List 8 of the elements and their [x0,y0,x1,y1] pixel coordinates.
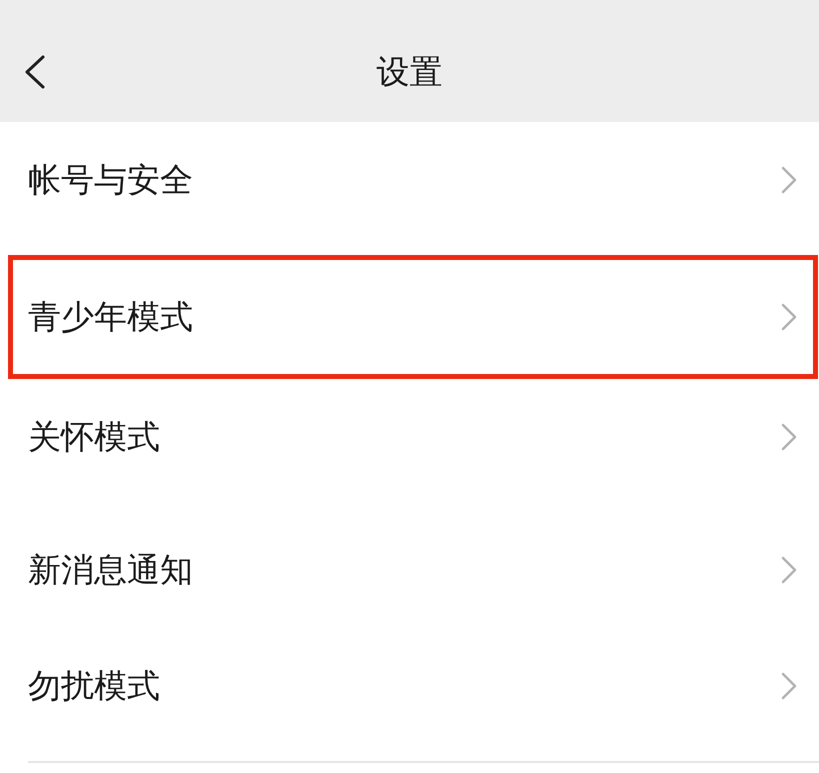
chevron-right-icon [781,423,797,451]
page-title: 设置 [376,51,442,93]
back-button[interactable] [24,55,46,89]
chevron-right-icon [781,303,797,331]
chevron-right-icon [781,166,797,194]
chevron-right-icon [781,672,797,700]
back-chevron-icon [24,55,46,89]
chevron-right-icon [781,556,797,584]
